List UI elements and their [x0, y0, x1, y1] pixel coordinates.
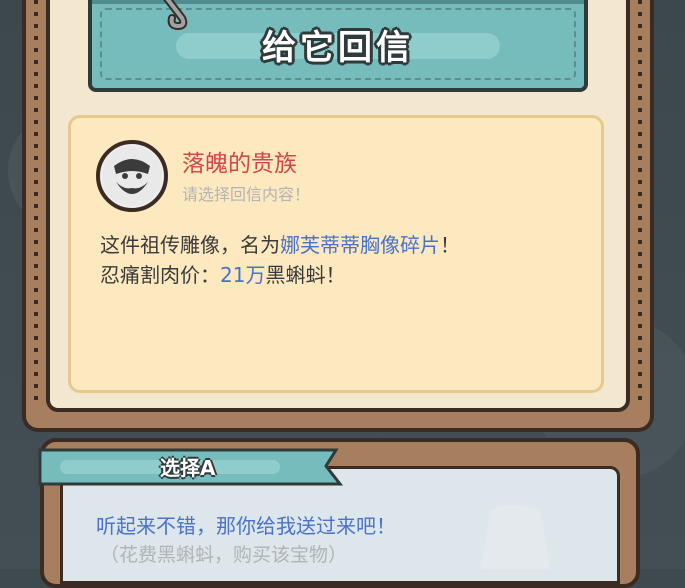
- letter-line-2-suffix: 黑蝌蚪！: [265, 263, 346, 287]
- hanging-hook-icon: [163, 0, 188, 30]
- option-a-label: 选择A: [160, 456, 216, 480]
- reply-prompt: 请选择回信内容！: [182, 185, 311, 204]
- letter-line-2: 忍痛割肉价：21万黑蝌蚪！: [100, 260, 580, 290]
- price-value: 21万: [220, 263, 266, 287]
- board-stitch-left: [34, 0, 38, 404]
- letter-line-1-prefix: 这件祖传雕像，名为: [100, 233, 280, 257]
- board-stitch-right: [638, 0, 642, 404]
- bearded-noble-icon: [102, 146, 162, 206]
- letter-line-1: 这件祖传雕像，名为娜芙蒂蒂胸像碎片！: [100, 230, 580, 260]
- option-a-cost-note: （花费黑蝌蚪，购买该宝物）: [100, 544, 348, 566]
- option-a-reply[interactable]: 听起来不错，那你给我送过来吧！: [96, 510, 396, 539]
- letter-body: 这件祖传雕像，名为娜芙蒂蒂胸像碎片！ 忍痛割肉价：21万黑蝌蚪！: [100, 230, 580, 290]
- letter-line-1-suffix: ！: [440, 233, 460, 257]
- item-name: 娜芙蒂蒂胸像碎片: [280, 233, 440, 257]
- statue-bust-icon: [480, 505, 550, 569]
- noble-avatar: [96, 140, 168, 212]
- letter-line-2-prefix: 忍痛割肉价：: [100, 263, 220, 287]
- sender-name: 落魄的贵族: [182, 151, 297, 177]
